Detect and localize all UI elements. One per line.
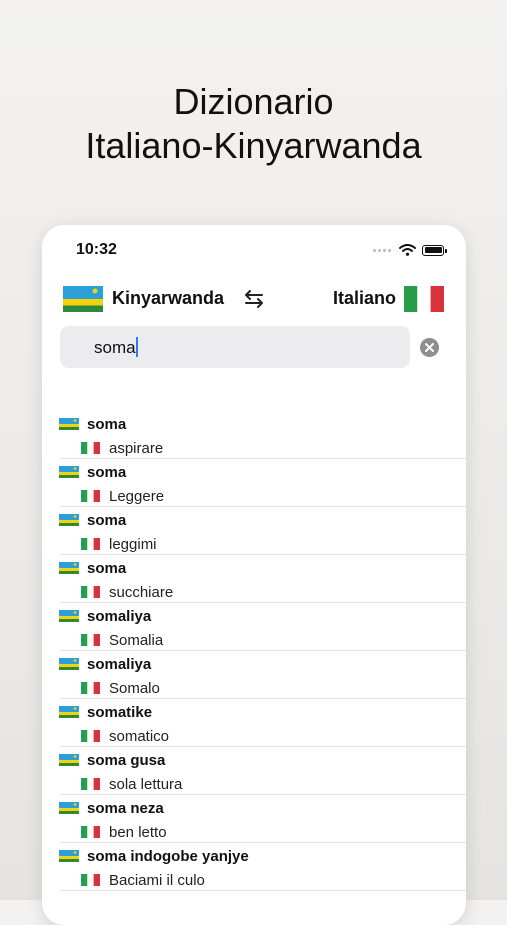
swap-arrows-icon[interactable]	[242, 287, 266, 311]
result-term: soma indogobe yanjye	[87, 848, 249, 865]
rwanda-flag-icon	[59, 850, 79, 862]
headline-line-2: Italiano-Kinyarwanda	[85, 125, 422, 166]
results-list: soma aspirare soma Leggere soma leggimi soma su…	[42, 411, 466, 891]
status-icons	[373, 244, 447, 256]
result-translation: Leggere	[109, 488, 165, 505]
result-row[interactable]: soma Leggere	[42, 459, 466, 507]
result-term: soma neza	[87, 800, 164, 817]
rwanda-flag-icon	[59, 466, 79, 478]
clear-circle-icon[interactable]	[420, 338, 439, 357]
result-translation: succhiare	[109, 584, 174, 601]
result-term: somatike	[87, 704, 153, 721]
result-translation: Baciami il culo	[109, 872, 205, 889]
result-translation: sola lettura	[109, 776, 183, 793]
result-term: soma	[87, 560, 127, 577]
result-term: soma gusa	[87, 752, 166, 769]
rwanda-flag-icon	[59, 706, 79, 718]
headline-line-1: Dizionario	[173, 81, 334, 122]
promo-headline: Dizionario Italiano-Kinyarwanda	[0, 80, 507, 168]
result-translation: ben letto	[109, 824, 167, 841]
italy-flag-icon	[81, 682, 100, 694]
battery-icon	[422, 244, 447, 256]
row-divider	[60, 890, 466, 891]
result-term: soma	[87, 416, 127, 433]
italy-flag-icon	[81, 778, 100, 790]
result-translation: aspirare	[109, 440, 164, 457]
source-language-button[interactable]: Kinyarwanda	[112, 288, 224, 309]
rwanda-flag-icon	[59, 418, 79, 430]
italy-flag-icon	[81, 634, 100, 646]
italy-flag-icon	[81, 442, 100, 454]
result-translation: Somalia	[109, 632, 164, 649]
italy-flag-icon	[81, 874, 100, 886]
result-row[interactable]: somaliya Somalia	[42, 603, 466, 651]
rwanda-flag-icon	[59, 610, 79, 622]
app-screen: 10:32 Kinyarwanda Italiano soma soma asp…	[42, 225, 466, 925]
result-row[interactable]: soma neza ben letto	[42, 795, 466, 843]
result-translation: leggimi	[109, 536, 157, 553]
wifi-icon	[399, 244, 416, 256]
language-bar: Kinyarwanda Italiano	[42, 285, 466, 315]
result-row[interactable]: somatike somatico	[42, 699, 466, 747]
rwanda-flag-icon	[59, 562, 79, 574]
rwanda-flag-icon	[59, 754, 79, 766]
result-row[interactable]: soma gusa sola lettura	[42, 747, 466, 795]
italy-flag-icon	[81, 826, 100, 838]
result-term: somaliya	[87, 656, 152, 673]
rwanda-flag-icon[interactable]	[63, 286, 103, 312]
result-row[interactable]: soma aspirare	[42, 411, 466, 459]
status-bar: 10:32	[42, 241, 466, 263]
italy-flag-icon	[81, 586, 100, 598]
result-translation: somatico	[109, 728, 170, 745]
result-row[interactable]: soma leggimi	[42, 507, 466, 555]
result-term: somaliya	[87, 608, 152, 625]
search-input-value[interactable]: soma	[94, 337, 138, 358]
italy-flag-icon[interactable]	[404, 286, 444, 312]
result-term: soma	[87, 512, 127, 529]
status-time: 10:32	[76, 241, 117, 258]
rwanda-flag-icon	[59, 802, 79, 814]
result-translation: Somalo	[109, 680, 160, 697]
result-row[interactable]: soma succhiare	[42, 555, 466, 603]
rwanda-flag-icon	[59, 658, 79, 670]
result-term: soma	[87, 464, 127, 481]
search-input[interactable]: soma	[60, 326, 410, 368]
result-row[interactable]: soma indogobe yanjye Baciami il culo	[42, 843, 466, 891]
italy-flag-icon	[81, 490, 100, 502]
text-caret	[135, 337, 138, 357]
italy-flag-icon	[81, 730, 100, 742]
target-language-button[interactable]: Italiano	[333, 288, 396, 309]
signal-dots-icon	[373, 248, 391, 252]
result-row[interactable]: somaliya Somalo	[42, 651, 466, 699]
italy-flag-icon	[81, 538, 100, 550]
rwanda-flag-icon	[59, 514, 79, 526]
